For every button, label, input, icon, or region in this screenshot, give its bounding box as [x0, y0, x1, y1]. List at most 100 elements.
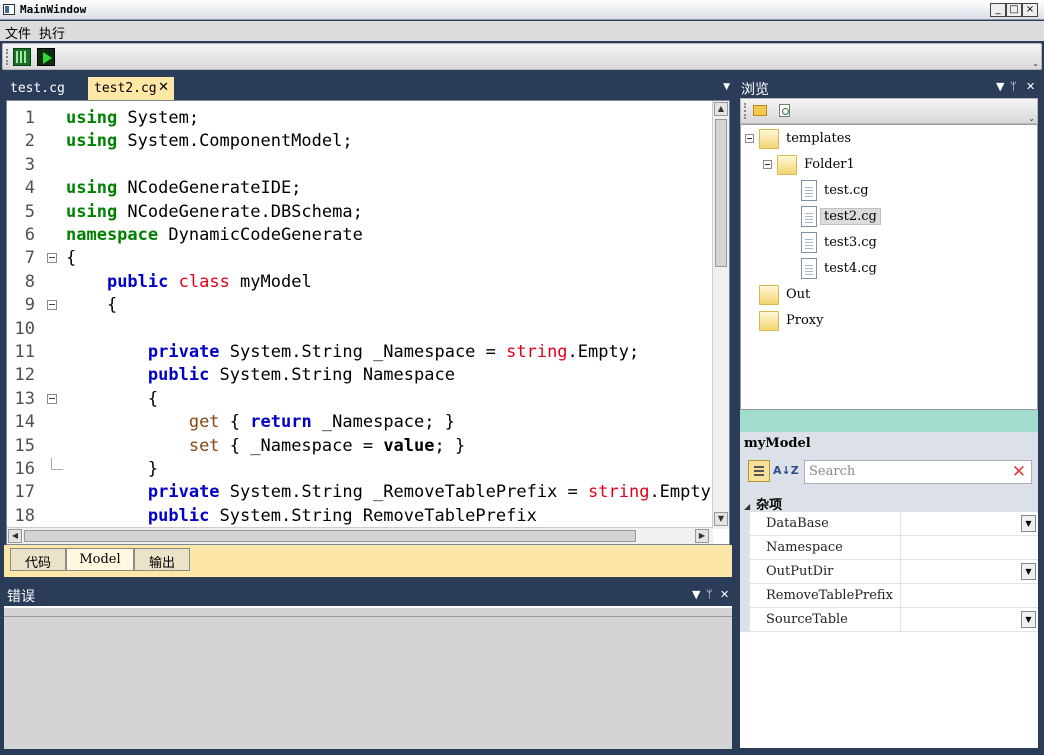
dropdown-arrow-icon[interactable]: ▼ — [1021, 563, 1036, 580]
tree-node-test-cg[interactable]: test.cg — [741, 179, 1037, 203]
collapse-icon[interactable] — [745, 134, 754, 143]
line-number: 14 — [14, 412, 35, 433]
tab-list-dropdown-icon[interactable]: ▼ — [723, 82, 730, 92]
toolbar-grip[interactable] — [6, 49, 8, 65]
property-row-sourcetable[interactable]: SourceTable ▼ — [750, 608, 1038, 632]
panel-menu-icon[interactable]: ▼ — [692, 588, 700, 601]
code-line[interactable]: 11 private System.String _Namespace = st… — [7, 341, 707, 364]
run-icon[interactable] — [37, 48, 55, 66]
property-row-outputdir[interactable]: OutPutDir ▼ — [750, 560, 1038, 584]
minimize-button[interactable]: _ — [990, 3, 1006, 17]
file-tree[interactable]: templates Folder1 test.cg test2.cg test3… — [740, 124, 1038, 410]
toolbar-overflow-icon[interactable]: ⌄ — [1028, 114, 1035, 123]
maximize-button[interactable]: □ — [1006, 3, 1022, 17]
code-line[interactable]: 17 private System.String _RemoveTablePre… — [7, 481, 722, 504]
menu-file[interactable]: 文件 — [5, 23, 31, 42]
property-value[interactable] — [900, 536, 1038, 559]
panel-menu-icon[interactable]: ▼ — [996, 80, 1004, 93]
tree-node-test2-cg[interactable]: test2.cg — [741, 205, 1037, 229]
tab-model[interactable]: Model — [66, 548, 134, 571]
property-row-database[interactable]: DataBase ▼ — [750, 512, 1038, 536]
fold-toggle-icon[interactable] — [47, 393, 57, 404]
window-title: MainWindow — [20, 3, 87, 16]
search-placeholder: Search — [809, 464, 856, 479]
fold-toggle-icon[interactable] — [47, 253, 57, 264]
horizontal-scroll-thumb[interactable] — [24, 530, 636, 542]
code-line[interactable]: 14 get { return _Namespace; } — [7, 411, 707, 434]
code-line[interactable]: 8 public class myModel — [7, 271, 707, 294]
tree-node-test3-cg[interactable]: test3.cg — [741, 231, 1037, 255]
categorized-view-icon[interactable] — [748, 460, 770, 482]
code-token: NCodeGenerateIDE; — [117, 178, 302, 199]
code-token: System; — [117, 108, 200, 128]
toolbar-overflow-icon[interactable]: ⌄ — [1032, 59, 1039, 68]
tab-output[interactable]: 输出 — [134, 548, 190, 571]
property-value[interactable] — [900, 584, 1038, 607]
code-text: using NCodeGenerate.DBSchema; — [66, 201, 363, 224]
property-row-namespace[interactable]: Namespace — [750, 536, 1038, 560]
property-row-removetableprefix[interactable]: RemoveTablePrefix — [750, 584, 1038, 608]
collapse-category-icon[interactable]: ◢ — [744, 502, 750, 511]
editor-vertical-scrollbar[interactable]: ▲ ▼ — [712, 101, 729, 529]
scroll-right-icon[interactable]: ▶ — [695, 529, 709, 543]
code-editor[interactable]: 1 using System; 2 using System.ComponentMod… — [6, 100, 730, 545]
code-line[interactable]: 6 namespace DynamicCodeGenerate — [7, 224, 707, 247]
tab-code[interactable]: 代码 — [10, 548, 66, 571]
property-value[interactable]: ▼ — [900, 560, 1038, 583]
dropdown-arrow-icon[interactable]: ▼ — [1021, 611, 1036, 628]
code-text: { — [66, 247, 76, 270]
code-line[interactable]: 3 — [7, 154, 707, 177]
close-icon[interactable]: ✕ — [720, 588, 729, 601]
scroll-down-icon[interactable]: ▼ — [714, 512, 728, 526]
vertical-scroll-thumb[interactable] — [715, 119, 727, 267]
code-text: private System.String _Namespace = strin… — [66, 341, 639, 364]
tree-node-templates[interactable]: templates — [741, 127, 1037, 151]
tree-node-out[interactable]: Out — [741, 283, 1037, 307]
close-icon[interactable]: ✕ — [1026, 80, 1035, 93]
code-line[interactable]: 16 } — [7, 458, 707, 481]
property-search-input[interactable]: Search ✕ — [804, 460, 1032, 484]
property-value[interactable]: ▼ — [900, 608, 1038, 631]
menu-bar: 文件 执行 — [0, 21, 1044, 42]
code-line[interactable]: 10 — [7, 318, 707, 341]
toolbar-grip[interactable] — [744, 103, 746, 119]
collapse-icon[interactable] — [763, 160, 772, 169]
panel-splitter[interactable] — [740, 410, 1038, 432]
fold-toggle-icon[interactable] — [47, 300, 57, 311]
code-line[interactable]: 2 using System.ComponentModel; — [7, 130, 707, 153]
sort-alphabetical-icon[interactable]: A↓Z — [772, 460, 799, 482]
code-text: namespace DynamicCodeGenerate — [66, 224, 363, 247]
code-line[interactable]: 4 using NCodeGenerateIDE; — [7, 177, 707, 200]
editor-horizontal-scrollbar[interactable]: ◀ ▶ — [7, 527, 713, 544]
code-token: public — [147, 505, 210, 526]
code-line[interactable]: 9 { — [7, 294, 707, 317]
tab-test2-cg[interactable]: test2.cg ✕ — [88, 77, 174, 100]
code-line[interactable]: 12 public System.String Namespace — [7, 364, 707, 387]
tree-node-label: templates — [786, 131, 852, 146]
scroll-left-icon[interactable]: ◀ — [8, 529, 22, 543]
menu-run[interactable]: 执行 — [39, 23, 65, 42]
code-line[interactable]: 18 public System.String RemoveTablePrefi… — [7, 505, 707, 528]
tab-test-cg[interactable]: test.cg — [4, 77, 88, 100]
build-icon[interactable] — [13, 48, 31, 66]
property-category[interactable]: ◢ 杂项 — [744, 494, 782, 513]
tree-node-proxy[interactable]: Proxy — [741, 309, 1037, 333]
code-line[interactable]: 1 using System; — [7, 107, 707, 130]
open-folder-icon[interactable] — [753, 105, 767, 116]
tree-node-folder1[interactable]: Folder1 — [741, 153, 1037, 177]
line-number: 16 — [14, 459, 35, 479]
close-button[interactable]: × — [1022, 3, 1038, 17]
tree-node-test4-cg[interactable]: test4.cg — [741, 257, 1037, 281]
code-line[interactable]: 13 { — [7, 388, 707, 411]
pin-icon[interactable]: ᛘ — [1010, 80, 1017, 93]
tab-close-icon[interactable]: ✕ — [158, 80, 169, 95]
property-value[interactable]: ▼ — [900, 512, 1038, 535]
dropdown-arrow-icon[interactable]: ▼ — [1021, 515, 1036, 532]
pin-icon[interactable]: ᛘ — [706, 588, 713, 601]
scroll-up-icon[interactable]: ▲ — [714, 102, 728, 116]
code-line[interactable]: 5 using NCodeGenerate.DBSchema; — [7, 201, 707, 224]
clear-search-icon[interactable]: ✕ — [1012, 462, 1026, 482]
code-line[interactable]: 15 set { _Namespace = value; } — [7, 435, 707, 458]
code-line[interactable]: 7{ — [7, 247, 707, 270]
refresh-icon[interactable] — [779, 104, 790, 117]
